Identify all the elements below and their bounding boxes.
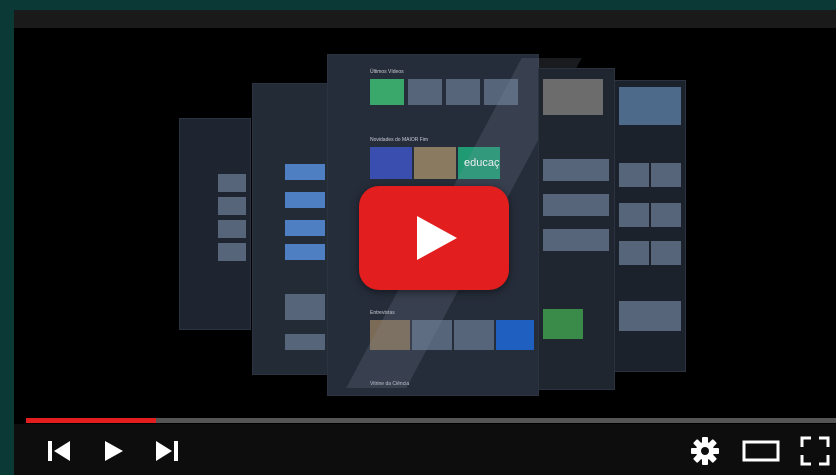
control-bar: [14, 424, 836, 475]
screenshot-far-right: [614, 80, 686, 372]
next-button[interactable]: [154, 439, 180, 463]
settings-button[interactable]: [690, 436, 720, 466]
player-top-bar: [14, 10, 836, 28]
fullscreen-button[interactable]: [800, 436, 830, 466]
screenshot-left-back: [179, 118, 251, 330]
section-heading: Últimos Vídeos: [370, 69, 404, 75]
skip-previous-icon: [48, 441, 70, 461]
theater-mode-button[interactable]: [742, 439, 780, 463]
gear-icon: [691, 437, 719, 465]
video-player[interactable]: Últimos Vídeos Novidades do MAIOR Fim ed…: [14, 10, 836, 475]
theater-mode-icon: [742, 440, 780, 462]
play-button[interactable]: [102, 439, 126, 463]
play-icon: [417, 216, 457, 260]
progress-fill: [26, 418, 156, 423]
skip-next-icon: [156, 441, 178, 461]
section-heading: Novidades do MAIOR Fim: [370, 137, 429, 143]
video-thumbnail[interactable]: Últimos Vídeos Novidades do MAIOR Fim ed…: [14, 28, 836, 420]
screenshot-right: [538, 68, 615, 390]
previous-button[interactable]: [46, 439, 72, 463]
play-video-button[interactable]: [359, 186, 509, 290]
progress-bar[interactable]: [26, 418, 836, 423]
screenshot-left: [252, 83, 332, 375]
fullscreen-icon: [800, 436, 830, 466]
play-icon: [105, 441, 123, 461]
